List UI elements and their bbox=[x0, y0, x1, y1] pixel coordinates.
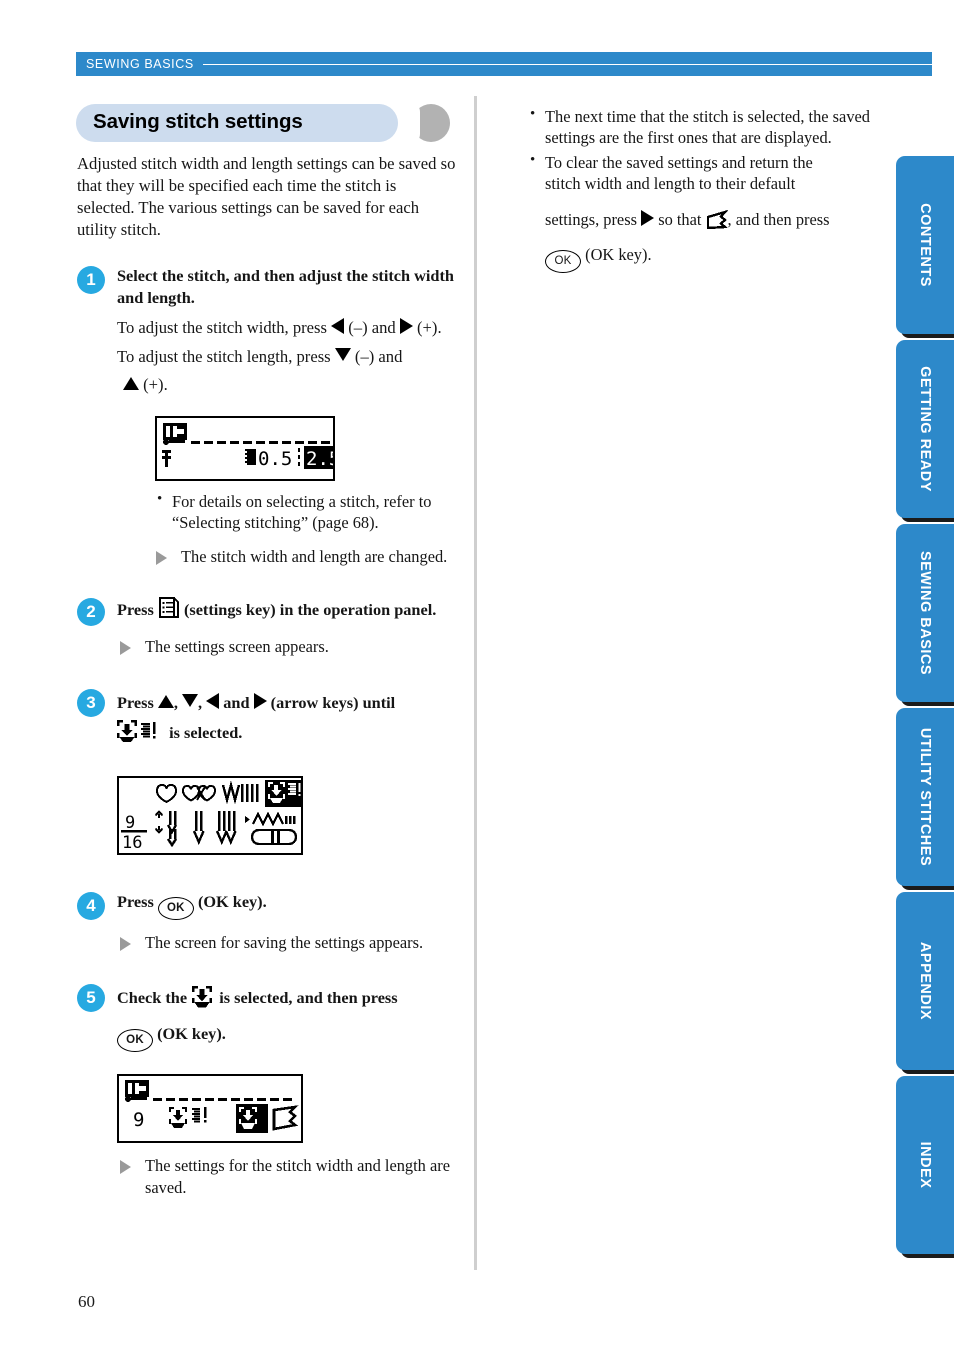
right-column: The next time that the stitch is selecte… bbox=[528, 100, 888, 276]
intro-paragraph: Adjusted stitch width and length setting… bbox=[77, 154, 456, 240]
step-1-text-a: To adjust the stitch width, press bbox=[117, 318, 327, 338]
ok-key-icon: OK bbox=[117, 1029, 153, 1053]
arrow-left-icon bbox=[331, 318, 345, 335]
lcd-canvas: 9 16 bbox=[119, 777, 301, 853]
side-tab-sewing-basics[interactable]: SEWING BASICS bbox=[896, 524, 954, 702]
step-5-result: The settings for the stitch width and le… bbox=[117, 1155, 475, 1198]
arrow-right-icon bbox=[253, 692, 267, 709]
step-5-text-c: (OK key). bbox=[157, 1024, 226, 1044]
step-2-heading: Press (settings key) in the operation pa… bbox=[117, 597, 458, 625]
side-tab-contents-label: CONTENTS bbox=[917, 203, 933, 287]
lcd-canvas: 0.5 2.5 bbox=[157, 417, 340, 474]
clear-settings-icon bbox=[706, 209, 729, 240]
side-tab-getting-ready-label: GETTING READY bbox=[917, 366, 933, 492]
lcd-save-settings-screen: 9 bbox=[117, 1074, 303, 1144]
arrow-right-icon bbox=[641, 210, 655, 227]
step-3-text-a: Press bbox=[117, 692, 154, 712]
running-header-label: SEWING BASICS bbox=[86, 57, 194, 71]
ok-key-icon: OK bbox=[545, 249, 581, 273]
lcd-canvas: 9 bbox=[119, 1076, 301, 1137]
step-3-number: 3 bbox=[77, 688, 105, 717]
right-note-2-line-c1: settings, press bbox=[545, 210, 637, 230]
column-divider bbox=[474, 96, 477, 1270]
save-box-icon bbox=[191, 985, 215, 1019]
left-column: Saving stitch settings Adjusted stitch w… bbox=[76, 100, 458, 1202]
arrow-down-icon bbox=[182, 693, 199, 707]
step-1-text-b: (–) and bbox=[348, 318, 396, 338]
save-settings-glyph-icon bbox=[117, 719, 165, 754]
running-header: SEWING BASICS bbox=[76, 52, 932, 76]
step-2-result: The settings screen appears. bbox=[117, 636, 458, 657]
step-1-text-d: (–) and bbox=[354, 346, 403, 366]
step-1-heading: Select the stitch, and then adjust the s… bbox=[117, 266, 454, 307]
right-note-2: To clear the saved settings and return t… bbox=[528, 151, 888, 273]
right-column-notes: The next time that the stitch is selecte… bbox=[528, 105, 888, 273]
settings-key-icon bbox=[158, 597, 180, 625]
section-title: Saving stitch settings bbox=[76, 100, 458, 145]
arrow-up-icon bbox=[123, 377, 139, 391]
step-1-text-e: (+). bbox=[143, 375, 168, 395]
side-tab-index[interactable]: INDEX bbox=[896, 1076, 954, 1254]
step-1-body: To adjust the stitch width, press (–) an… bbox=[117, 314, 458, 400]
lcd-length-value: 2.5 bbox=[306, 448, 333, 470]
right-note-2-line-c2: so that bbox=[658, 210, 702, 230]
step-5-heading: Check the is selected, and then press OK… bbox=[117, 983, 458, 1053]
side-tab-appendix-label: APPENDIX bbox=[917, 941, 933, 1021]
step-3: 3 Press , , and (arrow keys) until is se… bbox=[76, 688, 458, 855]
right-note-1: The next time that the stitch is selecte… bbox=[528, 105, 888, 149]
step-4-text-b: (OK key). bbox=[197, 891, 267, 911]
step-1: 1 Select the stitch, and then adjust the… bbox=[76, 265, 458, 567]
step-5: 5 Check the is selected, and then press bbox=[76, 983, 458, 1198]
side-tab-sewing-basics-label: SEWING BASICS bbox=[917, 550, 933, 676]
step-4-number: 4 bbox=[77, 891, 105, 920]
step-3-text-b: , bbox=[173, 692, 178, 712]
step-4-text-a: Press bbox=[117, 891, 154, 911]
lcd-stitch-number: 9 bbox=[133, 1109, 144, 1131]
lcd-settings-menu-screen: 9 16 bbox=[117, 775, 303, 855]
step-2-text-b: (settings key) in the operation panel. bbox=[183, 599, 437, 619]
page-title: Saving stitch settings bbox=[93, 110, 303, 133]
arrow-left-icon bbox=[206, 692, 220, 709]
side-tab-utility-stitches-label: UTILITY STITCHES bbox=[917, 727, 933, 867]
side-tab-index-label: INDEX bbox=[917, 1141, 933, 1189]
step-2-text-a: Press bbox=[117, 599, 154, 619]
step-3-text-d: and bbox=[223, 692, 250, 712]
step-4: 4 Press OK (OK key). The screen for savi… bbox=[76, 891, 458, 953]
arrow-down-icon bbox=[334, 347, 351, 361]
side-tab-utility-stitches[interactable]: UTILITY STITCHES bbox=[896, 708, 954, 886]
header-rule bbox=[202, 63, 932, 65]
step-1-notes: For details on selecting a stitch, refer… bbox=[155, 490, 475, 534]
step-3-heading: Press , , and (arrow keys) until is sele… bbox=[117, 688, 458, 754]
right-note-2-line-b: stitch width and length to their default bbox=[545, 174, 796, 194]
step-3-text-e: (arrow keys) until bbox=[270, 692, 396, 712]
step-4-result: The screen for saving the settings appea… bbox=[117, 932, 458, 953]
side-tab-appendix[interactable]: APPENDIX bbox=[896, 892, 954, 1070]
step-2-number: 2 bbox=[77, 597, 105, 626]
right-note-2-line-c3: , and then press bbox=[727, 210, 830, 230]
step-5-number: 5 bbox=[77, 984, 105, 1013]
arrow-up-icon bbox=[157, 694, 174, 708]
side-tab-contents[interactable]: CONTENTS bbox=[896, 156, 954, 334]
step-4-heading: Press OK (OK key). bbox=[117, 891, 458, 920]
step-5-text-b: is selected, and then press bbox=[219, 988, 398, 1008]
step-3-text-c: , bbox=[198, 692, 203, 712]
step-1-number: 1 bbox=[77, 266, 105, 295]
step-2: 2 Press (settings key) in the operation … bbox=[76, 597, 458, 658]
right-note-2-line-d: (OK key). bbox=[585, 244, 652, 264]
lcd-stitch-width-length-screen: 0.5 2.5 bbox=[155, 415, 340, 481]
step-5-text-a: Check the bbox=[117, 988, 188, 1008]
side-tab-getting-ready[interactable]: GETTING READY bbox=[896, 340, 954, 518]
step-1-note: For details on selecting a stitch, refer… bbox=[155, 490, 475, 534]
step-1-result: The stitch width and length are changed. bbox=[153, 546, 458, 567]
arrow-right-icon bbox=[399, 318, 413, 335]
lcd-page-denominator: 16 bbox=[122, 833, 142, 848]
lcd-width-value: 0.5 bbox=[258, 448, 292, 470]
right-note-2-line-a: To clear the saved settings and return t… bbox=[545, 152, 813, 172]
title-pill-notch bbox=[398, 101, 420, 145]
page-number: 60 bbox=[78, 1292, 95, 1311]
step-3-text-f: is selected. bbox=[169, 722, 243, 742]
ok-key-icon: OK bbox=[157, 896, 194, 920]
